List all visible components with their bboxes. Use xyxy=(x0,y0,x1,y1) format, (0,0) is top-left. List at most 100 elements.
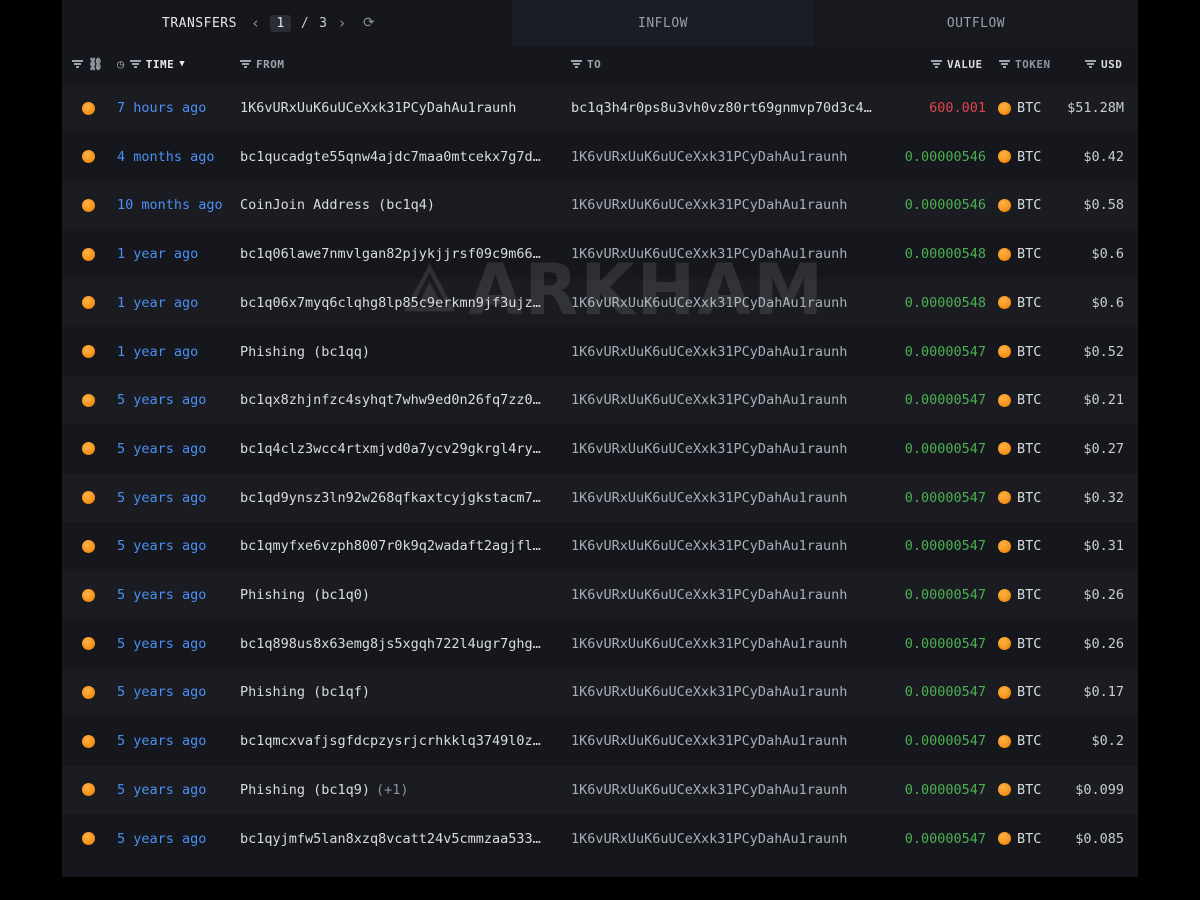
from-address[interactable]: bc1qmyfxe6vzph8007r0k9q2wadaft2agjfl… xyxy=(240,522,560,570)
time-link[interactable]: 1 year ago xyxy=(117,279,237,327)
table-row[interactable]: 5 years ago bc1q4clz3wcc4rtxmjvd0a7ycv29… xyxy=(62,425,1138,473)
from-address[interactable]: bc1q06lawe7nmvlgan82pjykjjrsf09c9m66… xyxy=(240,230,560,278)
table-row[interactable]: 5 years ago bc1qx8zhjnfzc4syhqt7whw9ed0n… xyxy=(62,376,1138,425)
table-row[interactable]: 5 years ago bc1qmyfxe6vzph8007r0k9q2wada… xyxy=(62,522,1138,570)
from-address[interactable]: bc1qucadgte55qnw4ajdc7maa0mtcekx7g7d… xyxy=(240,133,560,181)
filter-icon[interactable] xyxy=(240,60,251,68)
token-cell[interactable]: BTC xyxy=(998,328,1058,376)
to-address[interactable]: 1K6vURxUuK6uUCeXxk31PCyDahAu1raunh xyxy=(571,668,891,716)
time-link[interactable]: 5 years ago xyxy=(117,571,237,619)
time-link[interactable]: 1 year ago xyxy=(117,328,237,376)
table-row[interactable]: 5 years ago bc1qyjmfw5lan8xzq8vcatt24v5c… xyxy=(62,815,1138,863)
time-link[interactable]: 5 years ago xyxy=(117,815,237,863)
token-cell[interactable]: BTC xyxy=(998,230,1058,278)
token-cell[interactable]: BTC xyxy=(998,474,1058,522)
table-row[interactable]: 5 years ago bc1qd9ynsz3ln92w268qfkaxtcyj… xyxy=(62,473,1138,522)
token-cell[interactable]: BTC xyxy=(998,522,1058,570)
time-link[interactable]: 7 hours ago xyxy=(117,84,237,132)
time-link[interactable]: 1 year ago xyxy=(117,230,237,278)
time-link[interactable]: 5 years ago xyxy=(117,522,237,570)
refresh-icon[interactable]: ⟳ xyxy=(363,15,375,31)
to-address[interactable]: 1K6vURxUuK6uUCeXxk31PCyDahAu1raunh xyxy=(571,571,891,619)
to-address[interactable]: bc1q3h4r0ps8u3vh0vz80rt69gnmvp70d3c4… xyxy=(571,84,891,132)
from-address[interactable]: bc1qd9ynsz3ln92w268qfkaxtcyjgkstacm7… xyxy=(240,474,560,522)
to-address[interactable]: 1K6vURxUuK6uUCeXxk31PCyDahAu1raunh xyxy=(571,766,891,814)
to-address[interactable]: 1K6vURxUuK6uUCeXxk31PCyDahAu1raunh xyxy=(571,279,891,327)
token-cell[interactable]: BTC xyxy=(998,425,1058,473)
filter-icon[interactable] xyxy=(1085,60,1096,68)
tab-outflow[interactable]: OUTFLOW xyxy=(814,0,1138,46)
token-cell[interactable]: BTC xyxy=(998,717,1058,765)
from-address[interactable]: 1K6vURxUuK6uUCeXxk31PCyDahAu1raunh xyxy=(240,84,560,132)
table-row[interactable]: 10 months ago CoinJoin Address (bc1q4) 1… xyxy=(62,181,1138,230)
to-address[interactable]: 1K6vURxUuK6uUCeXxk31PCyDahAu1raunh xyxy=(571,181,891,229)
header-time[interactable]: ◷ TIME ▼ xyxy=(117,46,185,82)
table-row[interactable]: 1 year ago bc1q06lawe7nmvlgan82pjykjjrsf… xyxy=(62,230,1138,278)
filter-icon[interactable] xyxy=(129,60,141,68)
token-cell[interactable]: BTC xyxy=(998,815,1058,863)
to-address[interactable]: 1K6vURxUuK6uUCeXxk31PCyDahAu1raunh xyxy=(571,522,891,570)
token-cell[interactable]: BTC xyxy=(998,376,1058,424)
time-link[interactable]: 5 years ago xyxy=(117,474,237,522)
token-cell[interactable]: BTC xyxy=(998,279,1058,327)
from-address[interactable]: bc1q06x7myq6clqhg8lp85c9erkmn9jf3ujz… xyxy=(240,279,560,327)
token-cell[interactable]: BTC xyxy=(998,84,1058,132)
filter-icon[interactable] xyxy=(571,60,582,68)
time-link[interactable]: 5 years ago xyxy=(117,620,237,668)
chevron-left-icon[interactable]: ‹ xyxy=(251,14,261,32)
time-link[interactable]: 4 months ago xyxy=(117,133,237,181)
to-address[interactable]: 1K6vURxUuK6uUCeXxk31PCyDahAu1raunh xyxy=(571,133,891,181)
from-address[interactable]: Phishing (bc1qf) xyxy=(240,668,560,716)
time-link[interactable]: 5 years ago xyxy=(117,376,237,424)
tab-transfers[interactable]: TRANSFERS ‹ 1 / 3 › ⟳ xyxy=(162,0,512,46)
token-cell[interactable]: BTC xyxy=(998,133,1058,181)
token-cell[interactable]: BTC xyxy=(998,181,1058,229)
header-link-filter[interactable]: ⛓ xyxy=(72,46,104,82)
table-row[interactable]: 5 years ago Phishing (bc1q0) 1K6vURxUuK6… xyxy=(62,571,1138,619)
to-address[interactable]: 1K6vURxUuK6uUCeXxk31PCyDahAu1raunh xyxy=(571,425,891,473)
token-cell[interactable]: BTC xyxy=(998,571,1058,619)
token-cell[interactable]: BTC xyxy=(998,668,1058,716)
to-address[interactable]: 1K6vURxUuK6uUCeXxk31PCyDahAu1raunh xyxy=(571,376,891,424)
time-link[interactable]: 10 months ago xyxy=(117,181,237,229)
time-link[interactable]: 5 years ago xyxy=(117,668,237,716)
header-value[interactable]: VALUE xyxy=(931,46,983,82)
filter-icon[interactable] xyxy=(999,60,1010,68)
from-address[interactable]: bc1qyjmfw5lan8xzq8vcatt24v5cmmzaa533… xyxy=(240,815,560,863)
tab-inflow[interactable]: INFLOW xyxy=(512,0,814,46)
to-address[interactable]: 1K6vURxUuK6uUCeXxk31PCyDahAu1raunh xyxy=(571,620,891,668)
from-address[interactable]: bc1qmcxvafjsgfdcpzysrjcrhkklq3749l0z… xyxy=(240,717,560,765)
table-row[interactable]: 5 years ago Phishing (bc1qf) 1K6vURxUuK6… xyxy=(62,668,1138,717)
filter-icon[interactable] xyxy=(931,60,942,68)
sort-desc-icon[interactable]: ▼ xyxy=(179,59,185,69)
table-row[interactable]: 5 years ago bc1q898us8x63emg8js5xgqh722l… xyxy=(62,620,1138,668)
table-row[interactable]: 7 hours ago 1K6vURxUuK6uUCeXxk31PCyDahAu… xyxy=(62,84,1138,132)
from-address[interactable]: Phishing (bc1qq) xyxy=(240,328,560,376)
page-current[interactable]: 1 xyxy=(270,14,291,32)
from-address[interactable]: Phishing (bc1q9) (+1) xyxy=(240,766,560,814)
to-address[interactable]: 1K6vURxUuK6uUCeXxk31PCyDahAu1raunh xyxy=(571,230,891,278)
header-from[interactable]: FROM xyxy=(240,46,285,82)
header-token[interactable]: TOKEN xyxy=(999,46,1051,82)
table-row[interactable]: 1 year ago bc1q06x7myq6clqhg8lp85c9erkmn… xyxy=(62,278,1138,327)
to-address[interactable]: 1K6vURxUuK6uUCeXxk31PCyDahAu1raunh xyxy=(571,328,891,376)
table-row[interactable]: 4 months ago bc1qucadgte55qnw4ajdc7maa0m… xyxy=(62,133,1138,181)
table-row[interactable]: 1 year ago Phishing (bc1qq) 1K6vURxUuK6u… xyxy=(62,328,1138,376)
time-link[interactable]: 5 years ago xyxy=(117,425,237,473)
time-link[interactable]: 5 years ago xyxy=(117,766,237,814)
from-address[interactable]: bc1qx8zhjnfzc4syhqt7whw9ed0n26fq7zz0… xyxy=(240,376,560,424)
time-link[interactable]: 5 years ago xyxy=(117,717,237,765)
to-address[interactable]: 1K6vURxUuK6uUCeXxk31PCyDahAu1raunh xyxy=(571,717,891,765)
table-row[interactable]: 5 years ago Phishing (bc1q9) (+1) 1K6vUR… xyxy=(62,765,1138,814)
to-address[interactable]: 1K6vURxUuK6uUCeXxk31PCyDahAu1raunh xyxy=(571,815,891,863)
header-usd[interactable]: USD xyxy=(1085,46,1122,82)
from-address[interactable]: Phishing (bc1q0) xyxy=(240,571,560,619)
from-address[interactable]: bc1q4clz3wcc4rtxmjvd0a7ycv29gkrgl4ry… xyxy=(240,425,560,473)
header-to[interactable]: TO xyxy=(571,46,601,82)
token-cell[interactable]: BTC xyxy=(998,620,1058,668)
from-address[interactable]: CoinJoin Address (bc1q4) xyxy=(240,181,560,229)
chevron-right-icon[interactable]: › xyxy=(337,14,347,32)
to-address[interactable]: 1K6vURxUuK6uUCeXxk31PCyDahAu1raunh xyxy=(571,474,891,522)
filter-icon[interactable] xyxy=(72,60,83,68)
table-row[interactable]: 5 years ago bc1qmcxvafjsgfdcpzysrjcrhkkl… xyxy=(62,717,1138,765)
